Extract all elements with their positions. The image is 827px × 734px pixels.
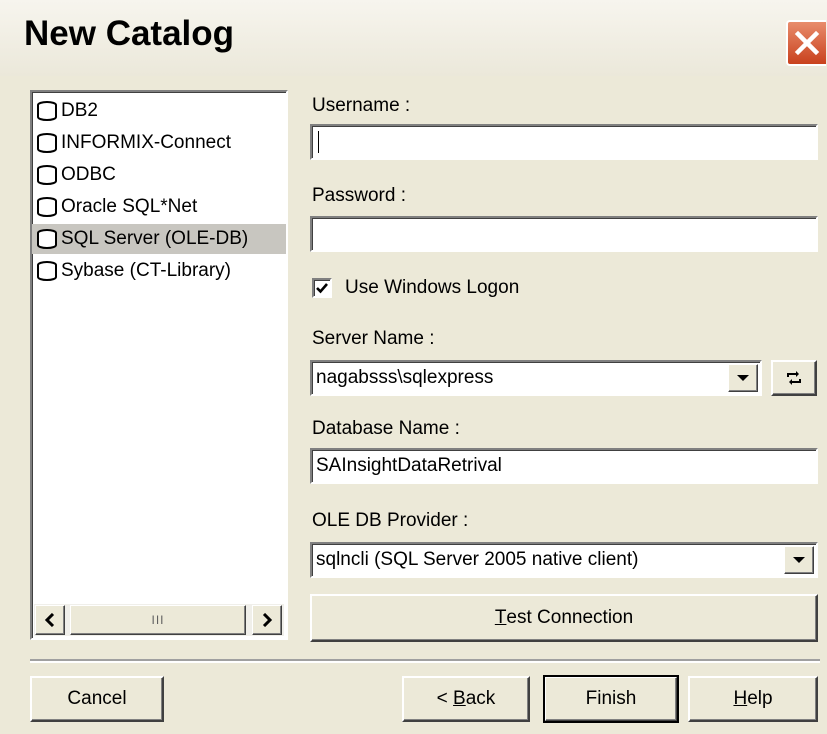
list-item-label: INFORMIX-Connect [61, 132, 231, 153]
database-icon [37, 165, 57, 185]
list-item-informix[interactable]: INFORMIX-Connect [36, 128, 286, 158]
database-icon [37, 229, 57, 249]
password-field[interactable] [310, 216, 818, 252]
chevron-down-icon [737, 375, 749, 381]
database-name-value: SAInsightDataRetrival [316, 455, 502, 476]
back-button[interactable]: < Back [402, 676, 530, 722]
ole-db-provider-dropdown[interactable]: sqlncli (SQL Server 2005 native client) [310, 542, 818, 578]
username-label: Username : [312, 95, 411, 116]
horizontal-scrollbar[interactable]: III [34, 604, 284, 636]
text-caret [318, 130, 319, 153]
list-item-label: Oracle SQL*Net [61, 196, 198, 217]
database-icon [37, 133, 57, 153]
server-name-value: nagabsss\sqlexpress [316, 367, 494, 388]
help-label: elp [747, 688, 773, 709]
back-label: ack [465, 688, 496, 709]
ole-db-provider-label: OLE DB Provider : [312, 510, 469, 531]
ole-db-provider-value: sqlncli (SQL Server 2005 native client) [316, 549, 639, 570]
scroll-left-button[interactable] [35, 605, 65, 635]
close-icon [794, 30, 820, 56]
list-item-sql-server[interactable]: SQL Server (OLE-DB) [32, 224, 286, 254]
list-item-sybase[interactable]: Sybase (CT-Library) [36, 256, 286, 286]
arrow-left-icon [44, 613, 55, 627]
list-item-oracle[interactable]: Oracle SQL*Net [36, 192, 286, 222]
footer-divider [30, 659, 820, 663]
arrow-right-icon [262, 613, 273, 627]
scroll-thumb[interactable]: III [70, 605, 246, 635]
database-name-label: Database Name : [312, 418, 460, 439]
database-name-field[interactable]: SAInsightDataRetrival [310, 448, 818, 484]
help-button[interactable]: Help [688, 676, 818, 722]
password-label: Password : [312, 185, 406, 206]
use-windows-logon-label[interactable]: Use Windows Logon [345, 277, 519, 299]
chevron-down-icon [793, 557, 805, 563]
test-connection-accel: T [494, 607, 507, 628]
cancel-label: Cancel [67, 688, 127, 709]
back-prefix: < [436, 688, 454, 709]
finish-button[interactable]: Finish [543, 675, 679, 723]
refresh-icon [787, 371, 801, 385]
list-item-label: SQL Server (OLE-DB) [61, 228, 249, 249]
server-name-label: Server Name : [312, 328, 435, 349]
list-item-label: Sybase (CT-Library) [61, 260, 231, 281]
username-field[interactable] [310, 124, 818, 160]
scroll-right-button[interactable] [252, 605, 282, 635]
list-item-label: ODBC [61, 164, 116, 185]
help-accel: H [733, 688, 748, 709]
checkmark-icon [316, 283, 328, 294]
new-catalog-dialog: New Catalog DB2 INFORMIX-Connect ODBC Or… [0, 0, 827, 734]
ole-db-provider-dropdown-button[interactable] [784, 546, 814, 574]
cancel-button[interactable]: Cancel [30, 676, 164, 722]
database-icon [37, 261, 57, 281]
dialog-title: New Catalog [24, 14, 235, 53]
list-item-odbc[interactable]: ODBC [36, 160, 286, 190]
scroll-thumb-grip: III [151, 613, 165, 627]
server-name-dropdown-button[interactable] [728, 364, 758, 392]
database-icon [37, 101, 57, 121]
use-windows-logon-checkbox[interactable] [312, 278, 332, 298]
list-item-label: DB2 [61, 100, 98, 121]
finish-label: Finish [585, 688, 637, 709]
close-button[interactable] [786, 20, 826, 66]
test-connection-button[interactable]: Test Connection [310, 594, 818, 642]
server-name-dropdown[interactable]: nagabsss\sqlexpress [310, 360, 762, 396]
database-icon [37, 197, 57, 217]
back-accel: B [453, 688, 466, 709]
title-bar[interactable]: New Catalog [0, 0, 827, 76]
test-connection-label: est Connection [506, 607, 634, 628]
list-item-db2[interactable]: DB2 [36, 96, 286, 126]
refresh-servers-button[interactable] [771, 360, 817, 396]
catalog-type-list[interactable]: DB2 INFORMIX-Connect ODBC Oracle SQL*Net… [30, 90, 288, 640]
